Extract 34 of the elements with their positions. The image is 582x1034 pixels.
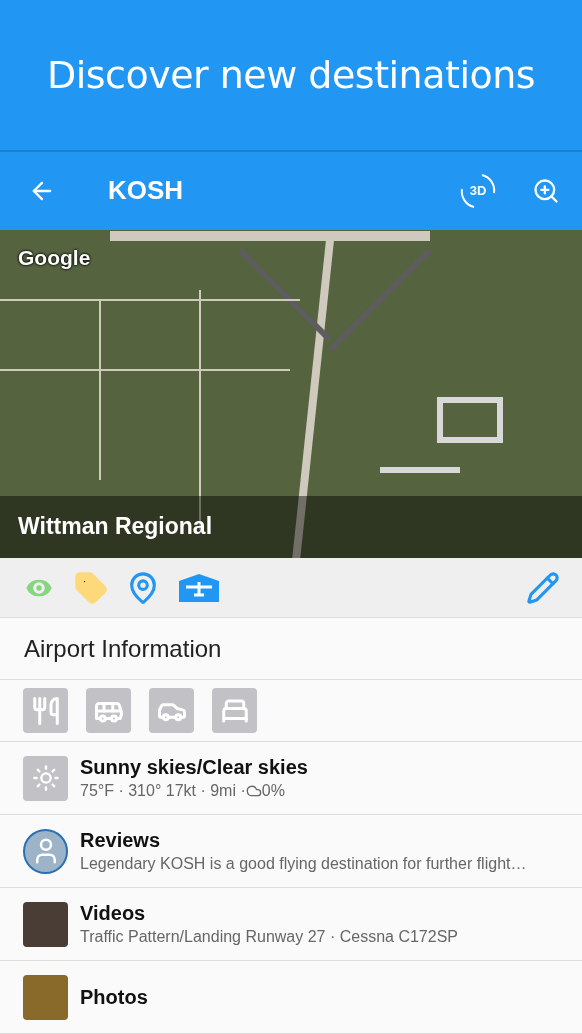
row-title: Reviews [80, 829, 162, 852]
info-row[interactable]: Photos [0, 961, 582, 1034]
info-row[interactable]: Sunny skies/Clear skies 75°F · 310° 17kt · 9mi · 0% [0, 742, 582, 815]
row-subtitle: Legendary KOSH is a good flying destination for further flight… [80, 855, 527, 873]
row-subtitle: 75°F · 310° 17kt · 9mi · [80, 782, 246, 800]
map-attribution: Google [18, 245, 91, 270]
banner-title: Discover new destinations [46, 52, 536, 97]
info-row[interactable]: Videos Traffic Pattern/Landing Runway 27 · Cessna C172SP [0, 888, 582, 961]
hangar-icon [179, 573, 219, 602]
cloud-icon [245, 783, 262, 799]
tag-icon [74, 570, 108, 605]
satellite-map[interactable]: Google Wittman Regional [0, 229, 582, 558]
amenity-tile[interactable] [86, 688, 131, 734]
amenity-tile[interactable] [23, 688, 68, 734]
sun-icon [31, 764, 60, 792]
row-subtitle: Traffic Pattern/Landing Runway 27 · Cessna C172SP [80, 928, 458, 946]
amenity-tile[interactable] [212, 688, 257, 734]
pencil-icon [526, 570, 560, 605]
photo-placeholder [23, 974, 68, 1020]
fork-spoon-icon [30, 695, 61, 726]
section-title: Airport Information [24, 634, 222, 663]
zoom-in-icon [532, 176, 560, 205]
row-title: Photos [80, 985, 148, 1009]
edit-button[interactable] [526, 570, 560, 605]
tag-button[interactable] [74, 570, 108, 605]
airport-code: KOSH [108, 175, 185, 207]
video-thumbnail [23, 901, 68, 947]
amenity-tile[interactable] [149, 688, 194, 734]
hangar-button[interactable] [178, 572, 220, 603]
row-title: Videos [80, 902, 147, 925]
cloud-cover: 0% [261, 782, 285, 800]
row-title: Sunny skies/Clear skies [80, 756, 308, 779]
info-row[interactable]: Reviews Legendary KOSH is a good flying destination for further flight… [0, 815, 582, 888]
airport-name: Wittman Regional [18, 513, 213, 541]
